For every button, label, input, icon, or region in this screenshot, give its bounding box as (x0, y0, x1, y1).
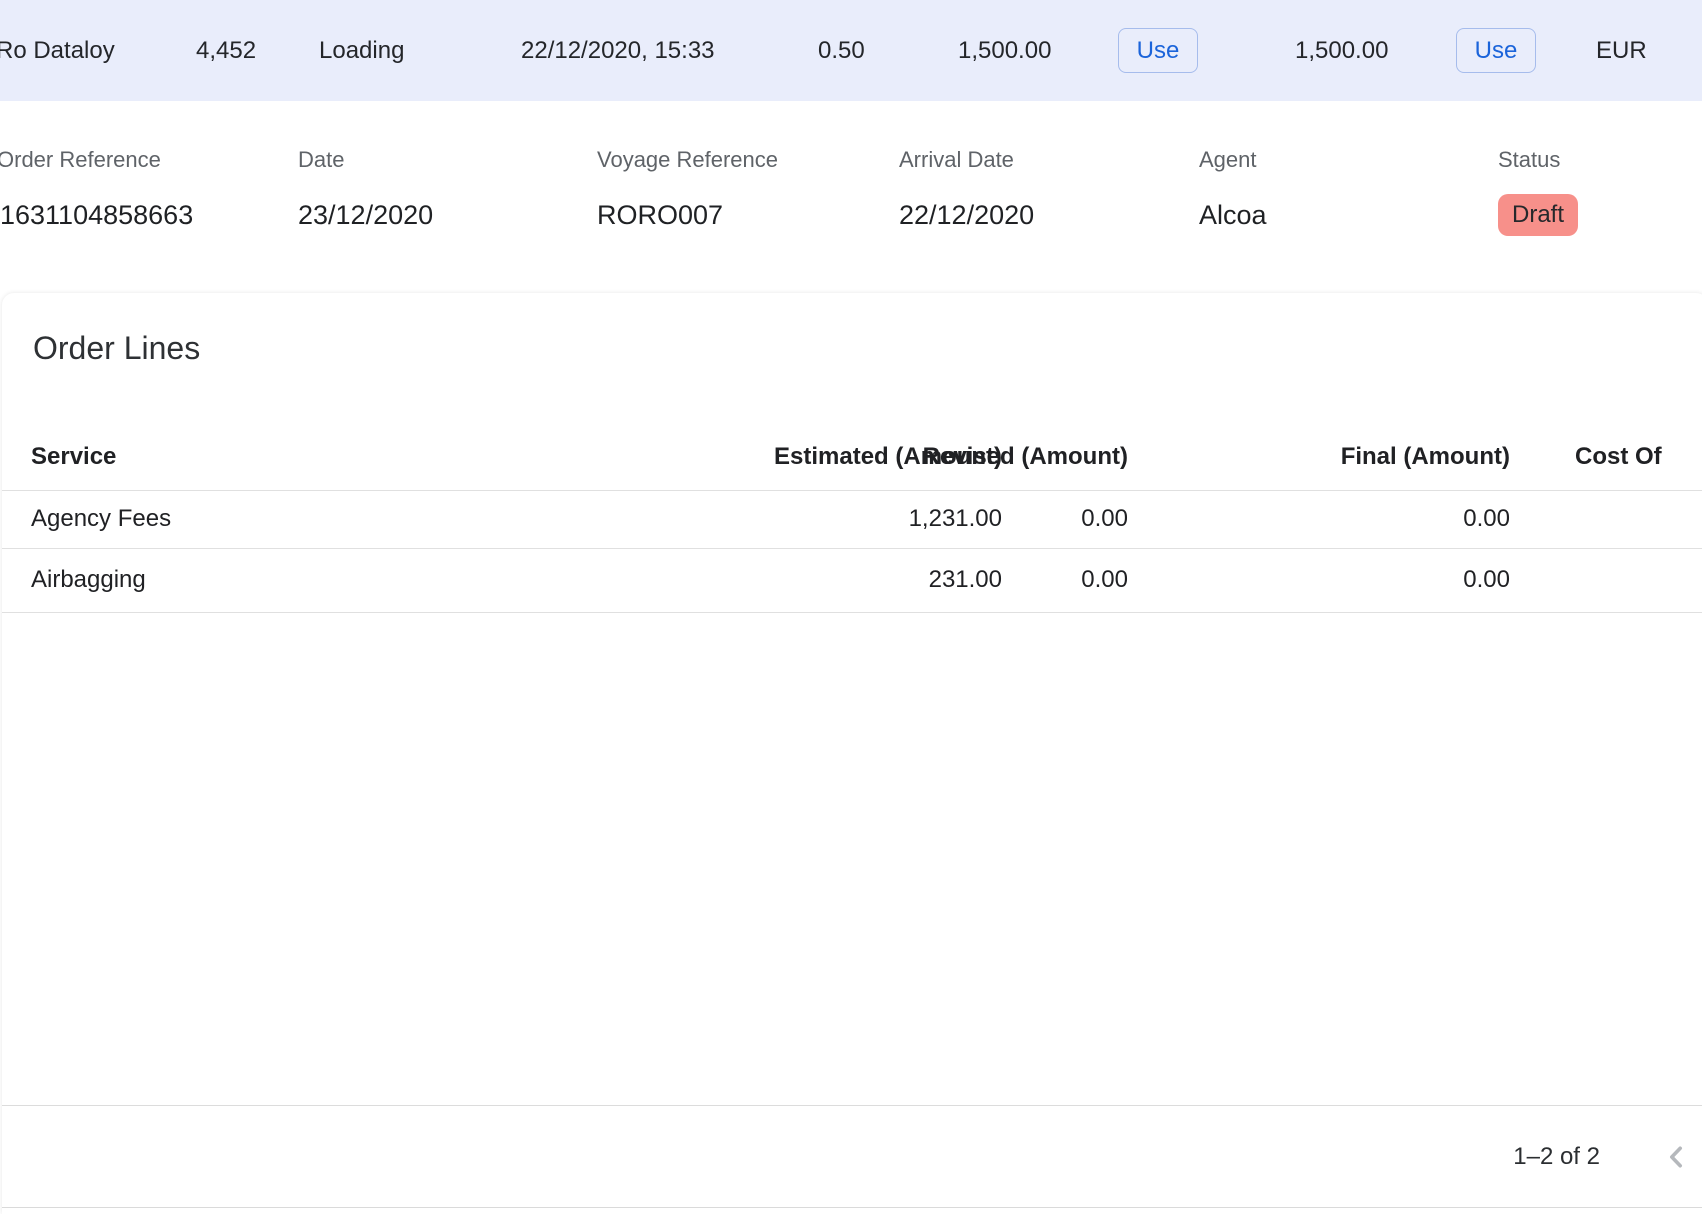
field-value: Alcoa (1199, 200, 1267, 231)
cell-final: 0.00 (1128, 490, 1510, 548)
voyage-number: 4,452 (196, 0, 256, 101)
order-lines-header-row: Service Estimated (Amount) Revised (Amou… (2, 423, 1702, 490)
order-lines-title: Order Lines (33, 329, 200, 367)
order-lines-card: Order Lines Service Estimated (Amount) R… (2, 293, 1702, 1214)
row-datetime: 22/12/2020, 15:33 (521, 0, 715, 101)
field-label: Arrival Date (899, 147, 1014, 173)
factor-value: 0.50 (818, 0, 865, 101)
table-row[interactable]: Agency Fees 1,231.00 0.00 0.00 (2, 490, 1702, 548)
cell-revised: 0.00 (702, 548, 1128, 612)
field-value: 23/12/2020 (298, 200, 433, 231)
field-label: Status (1498, 147, 1560, 173)
chevron-left-icon (1658, 1163, 1694, 1178)
cell-service: Agency Fees (31, 490, 171, 548)
table-row[interactable]: Airbagging 231.00 0.00 0.00 (2, 548, 1702, 612)
col-header-final: Final (Amount) (1128, 423, 1510, 490)
field-label: Order Reference (0, 147, 161, 173)
activity-label: Loading (319, 0, 404, 101)
field-label: Date (298, 147, 344, 173)
use-revised-button[interactable]: Use (1456, 28, 1536, 73)
use-estimated-button[interactable]: Use (1118, 28, 1198, 73)
field-value: RORO007 (597, 200, 723, 231)
row-divider (2, 612, 1702, 613)
cell-service: Airbagging (31, 548, 146, 612)
cell-final: 0.00 (1128, 548, 1510, 612)
table-pagination: 1–2 of 2 (2, 1106, 1702, 1207)
col-header-service: Service (31, 423, 116, 490)
cell-revised: 0.00 (702, 490, 1128, 548)
currency-code: EUR (1596, 0, 1647, 101)
highlighted-table-row[interactable]: Ro Dataloy 4,452 Loading 22/12/2020, 15:… (0, 0, 1702, 101)
pagination-range: 1–2 of 2 (1513, 1106, 1600, 1207)
bottom-divider (2, 1207, 1702, 1208)
status-badge: Draft (1498, 194, 1578, 236)
field-label: Voyage Reference (597, 147, 778, 173)
order-details-section: Order Reference 1631104858663 Date 23/12… (0, 101, 1702, 293)
field-label: Agent (1199, 147, 1257, 173)
vessel-name: Ro Dataloy (0, 0, 115, 101)
field-value: 1631104858663 (0, 200, 193, 231)
pagination-prev-button[interactable] (1658, 1139, 1694, 1175)
revised-amount: 1,500.00 (1295, 0, 1388, 101)
col-header-revised: Revised (Amount) (702, 423, 1128, 490)
field-value: 22/12/2020 (899, 200, 1034, 231)
order-detail-page: Ro Dataloy 4,452 Loading 22/12/2020, 15:… (0, 0, 1702, 1214)
col-header-cost-of: Cost Of (1575, 423, 1662, 490)
estimated-amount: 1,500.00 (958, 0, 1051, 101)
